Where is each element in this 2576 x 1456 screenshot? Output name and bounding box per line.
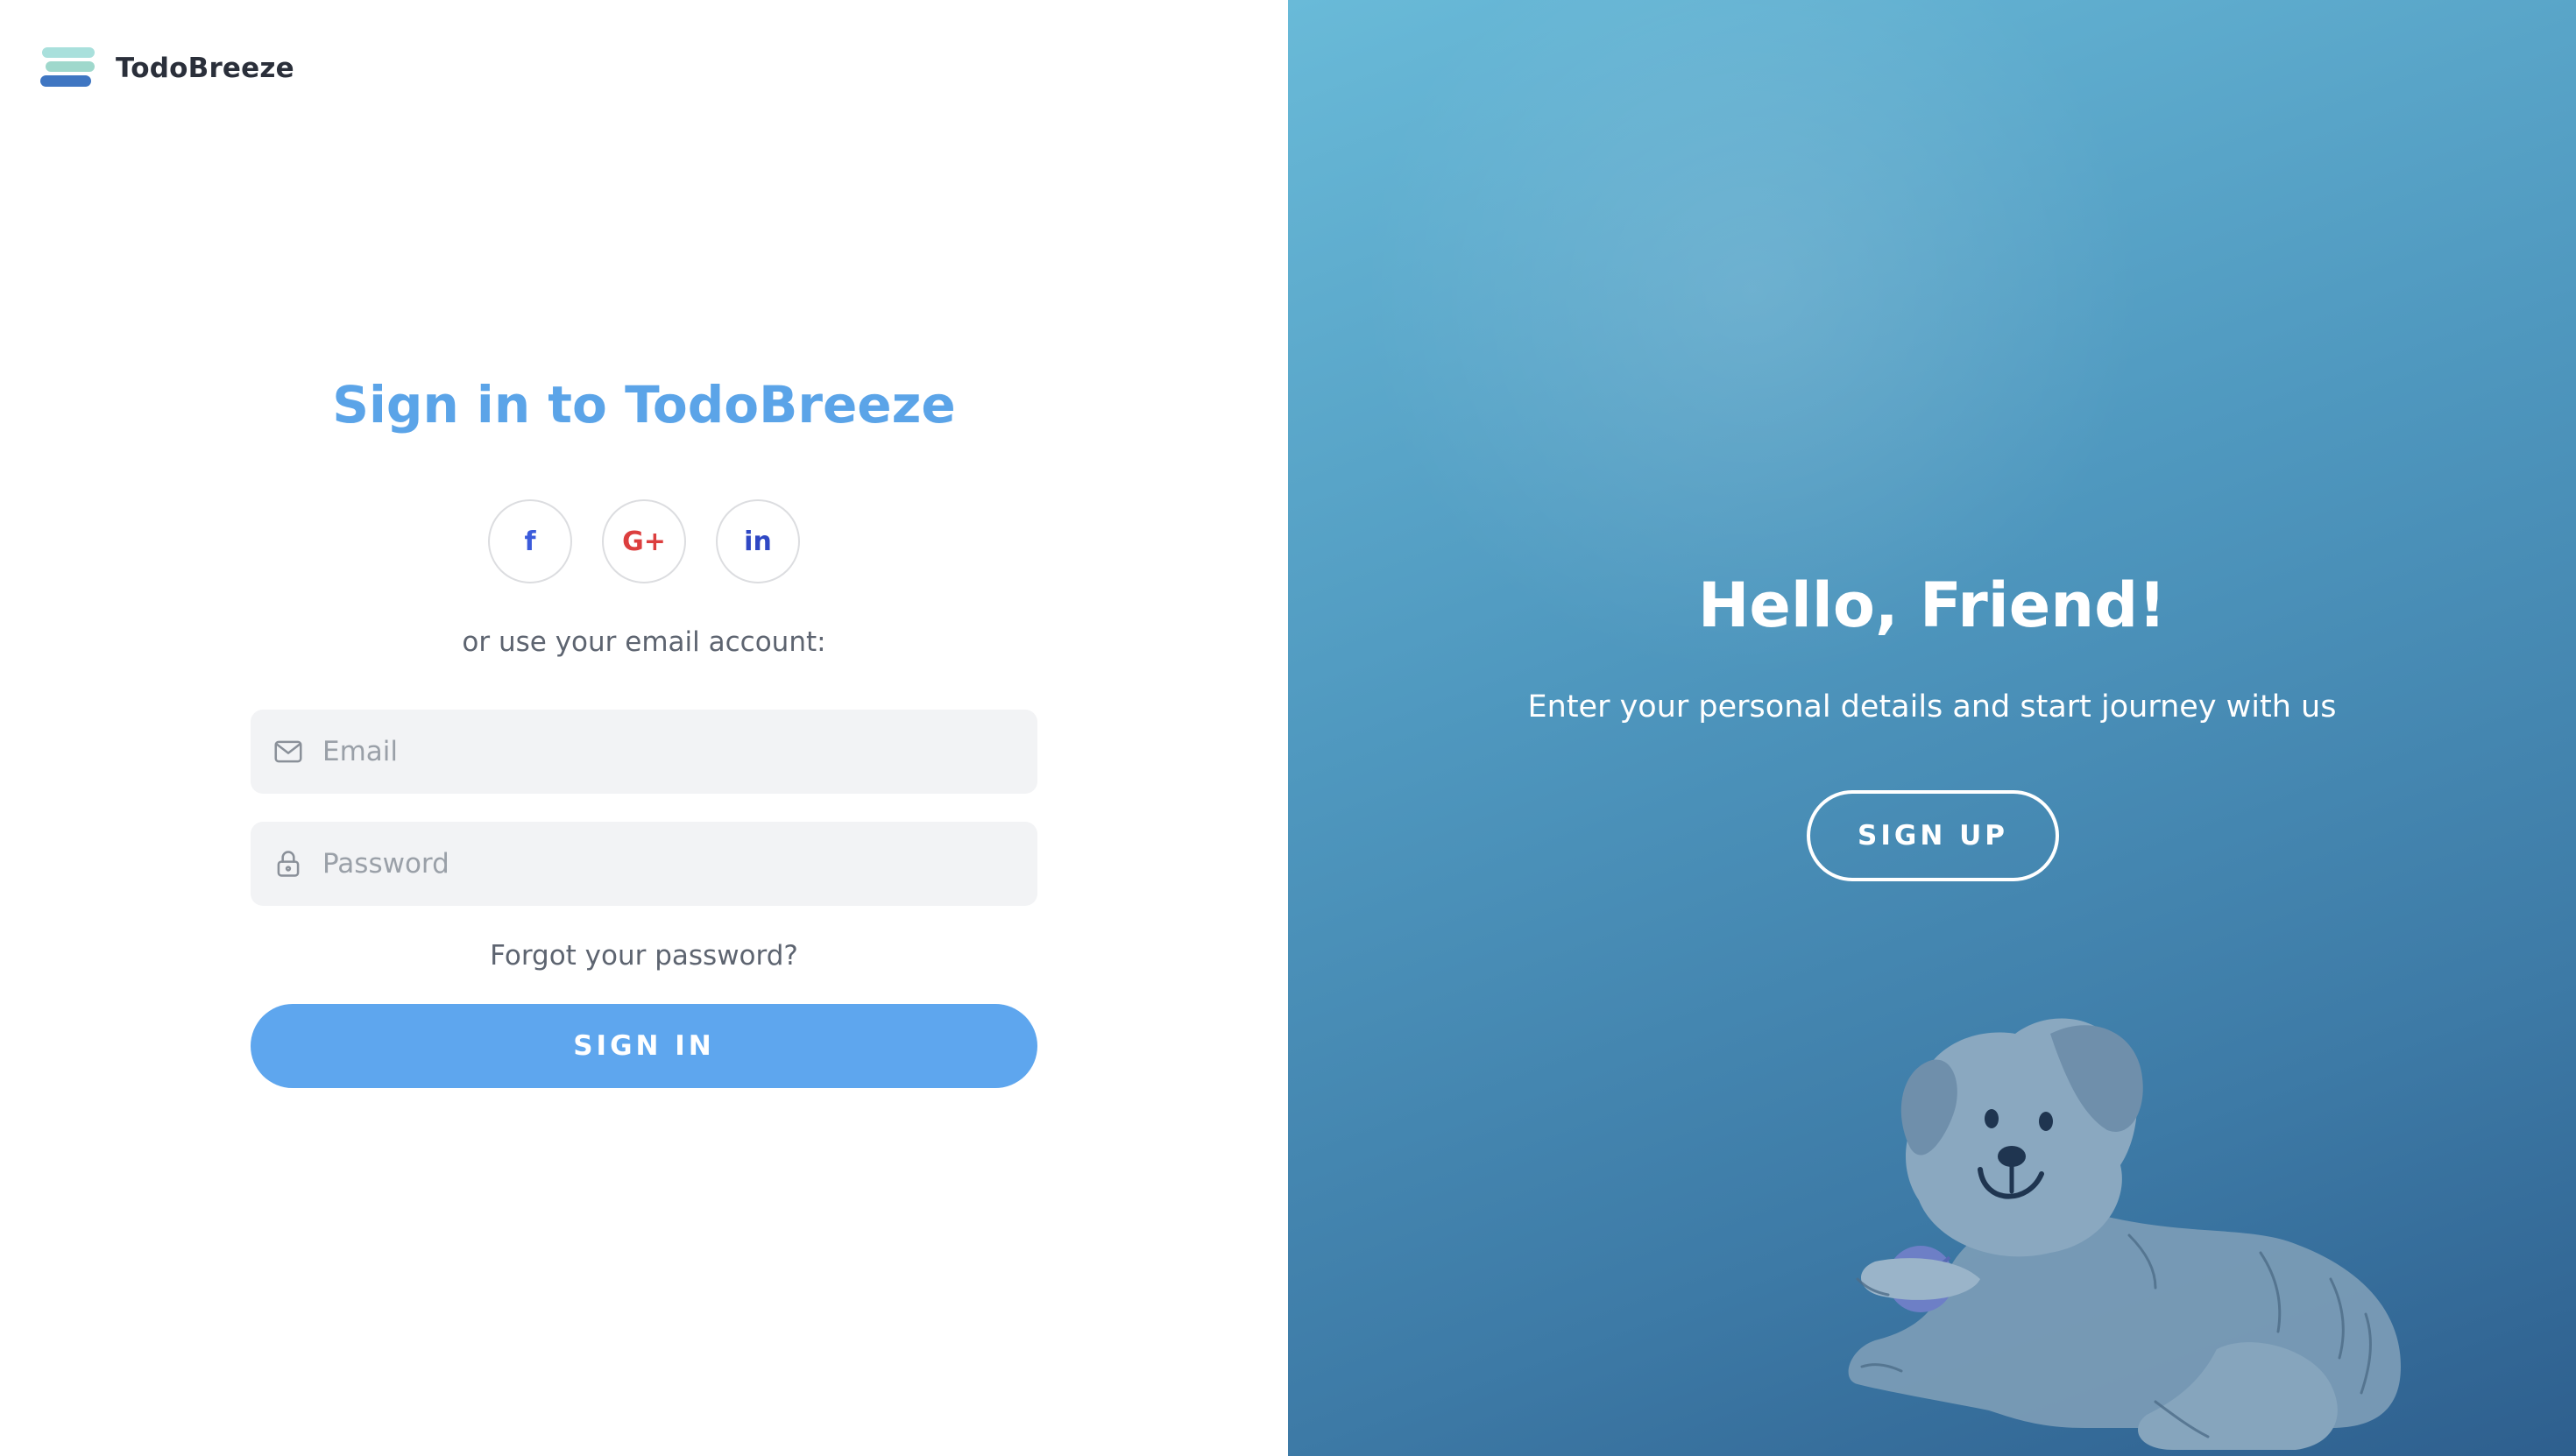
sign-in-button[interactable]: SIGN IN [251,1004,1037,1088]
linkedin-login-button[interactable]: in [716,499,800,583]
password-input[interactable] [321,838,1004,890]
sign-up-button[interactable]: SIGN UP [1807,790,2059,881]
password-field-container[interactable] [251,822,1037,906]
welcome-subtitle: Enter your personal details and start jo… [1527,689,2337,724]
signin-title: Sign in to TodoBreeze [332,375,956,435]
social-login-row: f G+ in [0,499,1288,583]
linkedin-icon: in [744,526,772,557]
email-field-container[interactable] [251,710,1037,794]
google-plus-icon: G+ [622,526,666,557]
lock-icon [277,851,300,877]
forgot-password-link[interactable]: Forgot your password? [0,940,1288,972]
facebook-icon: f [524,526,536,557]
facebook-login-button[interactable]: f [488,499,572,583]
mail-icon [274,740,302,763]
email-input[interactable] [321,725,1004,778]
welcome-panel: Hello, Friend! Enter your personal detai… [1288,0,2576,1456]
welcome-title: Hello, Friend! [1697,569,2167,641]
brand-logo[interactable]: TodoBreeze [40,46,294,91]
stacked-waves-logo-icon [40,47,95,87]
google-plus-login-button[interactable]: G+ [602,499,686,583]
dog-illustration-icon [1848,1018,2401,1450]
signin-panel: TodoBreeze Sign in to TodoBreeze f G+ in… [0,0,1288,1456]
login-page: TodoBreeze Sign in to TodoBreeze f G+ in… [0,0,2576,1456]
brand-name: TodoBreeze [116,53,294,84]
email-option-text: or use your email account: [462,626,826,658]
